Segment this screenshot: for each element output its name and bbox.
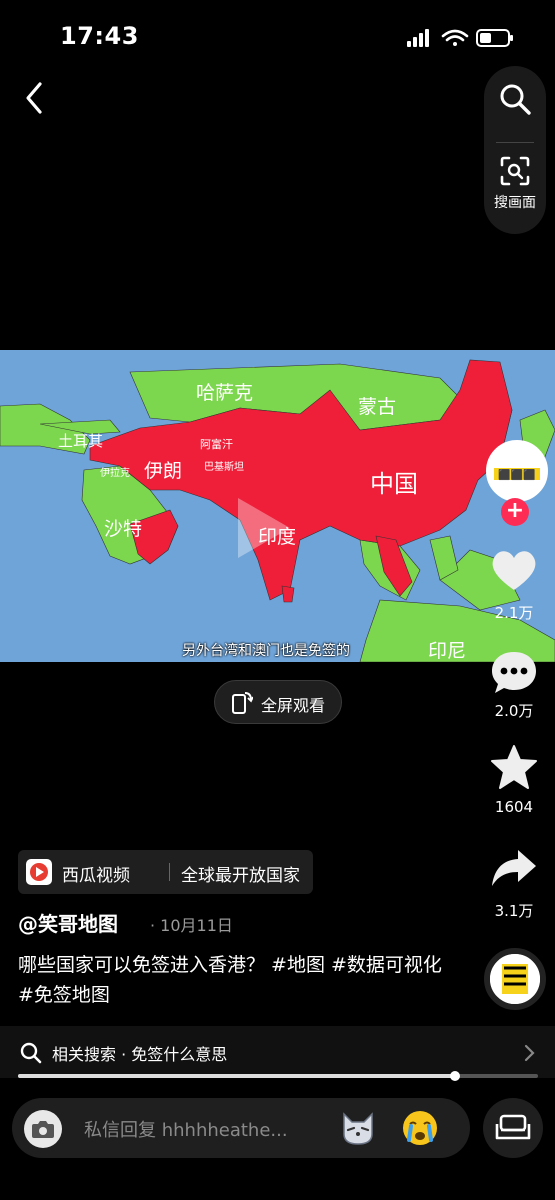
- svg-text:⬛⬛⬛: ⬛⬛⬛: [498, 468, 535, 481]
- status-time: 17:43: [60, 22, 139, 50]
- search-icon: [20, 1042, 42, 1064]
- camera-button[interactable]: [24, 1110, 62, 1148]
- progress-fill: [18, 1074, 455, 1078]
- heart-icon[interactable]: [490, 548, 538, 592]
- video-caption: 另外台湾和澳门也是免签的: [182, 643, 350, 659]
- status-icons: [407, 29, 513, 47]
- camera-icon: [32, 1121, 54, 1138]
- xigua-icon: [26, 859, 52, 885]
- follow-button[interactable]: +: [501, 498, 529, 526]
- share-icon[interactable]: [490, 848, 538, 890]
- post-description[interactable]: 哪些国家可以免签进入香港？ #地图 #数据可视化 #免签地图: [18, 950, 448, 1010]
- comments-count: 2.0万: [494, 702, 534, 720]
- likes-count: 2.1万: [494, 604, 534, 622]
- wifi-icon: [441, 29, 469, 46]
- author-handle[interactable]: @笑哥地图: [18, 908, 118, 937]
- asia-visa-map: [0, 350, 555, 662]
- top-tools-pill: 搜画面: [484, 66, 546, 234]
- avatar-image: ⬛⬛⬛: [488, 442, 546, 500]
- rotate-screen-icon: [232, 692, 253, 714]
- sofa-button[interactable]: [483, 1098, 543, 1158]
- search-icon[interactable]: [498, 82, 532, 116]
- map-label-kazakhstan: 哈萨克: [196, 382, 254, 404]
- fullscreen-label: 全屏观看: [261, 696, 326, 715]
- pill-divider: [496, 142, 534, 143]
- video-player[interactable]: 免签不免 哈萨克 蒙古 土耳其 伊朗 伊拉克 阿富汗 巴基斯坦 中国 沙特 印度…: [0, 350, 555, 662]
- cat-emoji-icon[interactable]: [338, 1108, 378, 1148]
- map-label-indonesia: 印尼: [428, 640, 467, 662]
- map-label-iraq: 伊拉克: [100, 468, 130, 479]
- chevron-right-icon: [524, 1044, 535, 1062]
- map-label-iran: 伊朗: [144, 460, 183, 482]
- map-label-india: 印度: [258, 526, 297, 548]
- search-screen-label[interactable]: 搜画面: [484, 192, 546, 212]
- map-label-saudi: 沙特: [104, 518, 143, 540]
- related-search-label: 相关搜索 · 免签什么意思: [52, 1045, 228, 1064]
- source-divider: [169, 863, 170, 881]
- battery-icon: [476, 29, 513, 47]
- message-input-placeholder[interactable]: 私信回复 hhhhheathe...: [84, 1116, 288, 1142]
- map-label-pakistan: 巴基斯坦: [204, 462, 244, 473]
- source-badge[interactable]: 西瓜视频 全球最开放国家: [18, 850, 313, 894]
- sofa-icon: [495, 1114, 531, 1140]
- scan-icon[interactable]: [500, 156, 530, 186]
- map-label-turkey: 土耳其: [58, 432, 104, 450]
- shares-count: 3.1万: [494, 902, 534, 920]
- star-icon[interactable]: [490, 744, 538, 790]
- source-app-name: 西瓜视频: [62, 866, 130, 886]
- map-label-china: 中国: [370, 470, 418, 498]
- progress-knob[interactable]: [450, 1071, 460, 1081]
- music-disc-image: [490, 954, 540, 1004]
- post-date: · 10月11日: [150, 916, 233, 935]
- map-label-mongolia: 蒙古: [358, 396, 397, 418]
- crying-emoji-icon[interactable]: [400, 1108, 440, 1148]
- related-search-bar[interactable]: 相关搜索 · 免签什么意思: [0, 1026, 555, 1078]
- author-avatar[interactable]: ⬛⬛⬛: [486, 440, 548, 502]
- comment-icon[interactable]: [490, 648, 538, 696]
- source-title: 全球最开放国家: [181, 866, 300, 886]
- map-label-afghanistan: 阿富汗: [200, 438, 233, 451]
- favorites-count: 1604: [494, 798, 534, 816]
- fullscreen-button[interactable]: 全屏观看: [214, 680, 342, 724]
- music-disc[interactable]: [484, 948, 546, 1010]
- signal-icon: [407, 29, 429, 47]
- back-icon[interactable]: [20, 80, 52, 116]
